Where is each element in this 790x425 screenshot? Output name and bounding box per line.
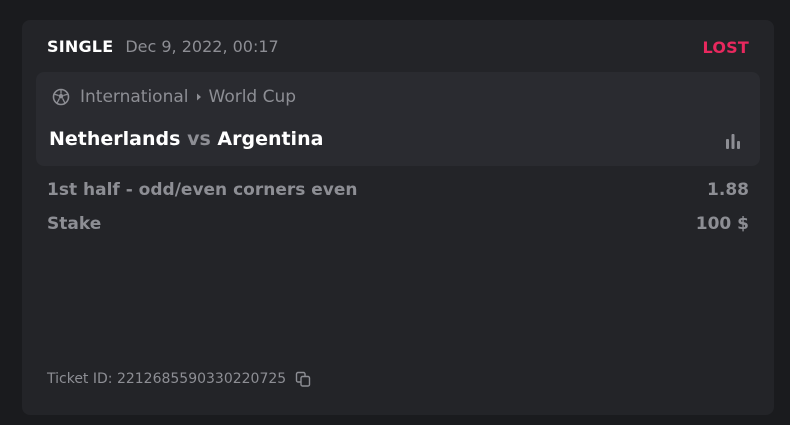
odds-value: 1.88 [707, 180, 749, 200]
ticket-header: SINGLE Dec 9, 2022, 00:17 LOST [47, 34, 749, 58]
ticket-id: Ticket ID: 2212685590330220725 [47, 371, 287, 387]
bet-ticket-card: SINGLE Dec 9, 2022, 00:17 LOST Internati… [22, 20, 774, 415]
chevron-right-icon [196, 93, 201, 101]
bar-chart-icon[interactable] [724, 133, 742, 149]
market-row: 1st half - odd/even corners even 1.88 [47, 179, 749, 201]
match-title: Netherlands vs Argentina [49, 128, 323, 150]
away-team: Argentina [217, 128, 324, 150]
market-label: 1st half - odd/even corners even [47, 180, 358, 200]
home-team: Netherlands [49, 128, 181, 150]
copy-icon[interactable] [295, 371, 311, 387]
bet-date: Dec 9, 2022, 00:17 [125, 36, 279, 56]
stake-row: Stake 100 $ [47, 213, 749, 235]
event-tournament: World Cup [208, 87, 297, 107]
bet-type-label: SINGLE [47, 36, 114, 56]
soccer-ball-icon [52, 88, 70, 106]
stake-label: Stake [47, 214, 102, 234]
event-category: International [80, 87, 189, 107]
ticket-footer: Ticket ID: 2212685590330220725 [47, 369, 311, 389]
event-breadcrumb: International World Cup [52, 86, 296, 108]
vs-label: vs [187, 128, 211, 150]
status-badge: LOST [702, 38, 749, 57]
stake-value: 100 $ [695, 214, 749, 234]
event-box[interactable]: International World Cup Netherlands vs A… [36, 72, 760, 166]
